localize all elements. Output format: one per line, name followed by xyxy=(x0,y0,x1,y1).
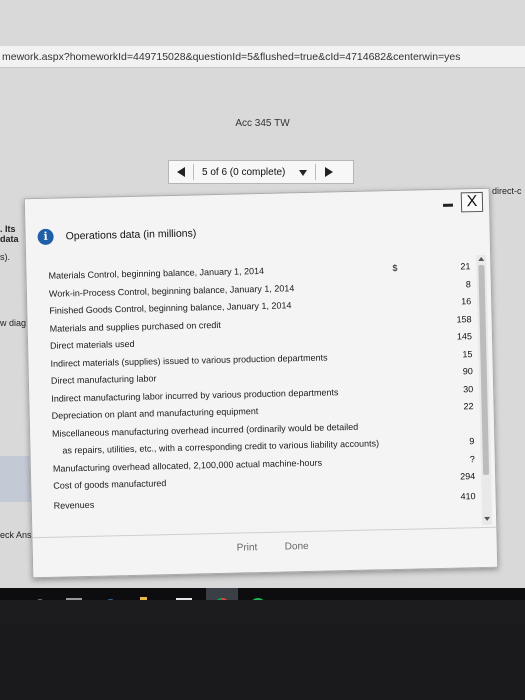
edge-browser-icon[interactable]: e xyxy=(104,593,120,600)
spotify-icon[interactable] xyxy=(250,598,266,600)
address-bar[interactable]: mework.aspx?homeworkId=449715028&questio… xyxy=(0,46,525,68)
bg-text-data: data xyxy=(0,234,19,244)
bg-text-s: s). xyxy=(0,252,10,262)
taskbar: e xyxy=(0,588,525,600)
monitor-bezel xyxy=(0,624,525,700)
question-navigator: 5 of 6 (0 complete) xyxy=(168,160,354,184)
row-value: 9 xyxy=(469,436,475,447)
row-value: 410 xyxy=(460,490,476,501)
row-label: Finished Goods Control, beginning balanc… xyxy=(49,300,292,316)
question-progress[interactable]: 5 of 6 (0 complete) xyxy=(202,167,285,178)
close-button[interactable]: X xyxy=(460,191,484,213)
scroll-down-icon[interactable] xyxy=(484,516,491,521)
scroll-up-icon[interactable] xyxy=(478,256,485,262)
row-value: 158 xyxy=(456,313,472,325)
operations-data-table: Materials Control, beginning balance, Ja… xyxy=(36,259,480,531)
caret-down-icon[interactable] xyxy=(299,170,307,176)
task-view-icon[interactable] xyxy=(66,598,82,600)
popup-title: Operations data (in millions) xyxy=(65,227,197,243)
row-label: Materials and supplies purchased on cred… xyxy=(49,319,221,334)
row-label: Cost of goods manufactured xyxy=(53,478,167,491)
bg-text-its: . Its xyxy=(0,224,16,234)
row-label: Miscellaneous manufacturing overhead inc… xyxy=(51,421,359,439)
row-value: 21 xyxy=(460,261,471,272)
previous-question-icon[interactable] xyxy=(177,167,185,177)
row-value: ? xyxy=(469,453,475,464)
bg-text-w-diag: w diag xyxy=(0,318,27,328)
row-value: 22 xyxy=(463,401,474,412)
operations-data-popup: X i Operations data (in millions) Materi… xyxy=(23,187,499,579)
scroll-thumb[interactable] xyxy=(478,264,490,475)
row-value: 294 xyxy=(460,471,476,482)
next-question-icon[interactable] xyxy=(325,167,333,177)
row-label: Revenues xyxy=(53,499,95,511)
row-label: Direct manufacturing labor xyxy=(50,373,157,386)
done-button[interactable]: Done xyxy=(285,541,309,553)
minimize-icon[interactable] xyxy=(442,203,454,207)
divider xyxy=(315,164,316,180)
course-title: Acc 345 TW xyxy=(235,118,290,129)
row-value: 16 xyxy=(461,296,472,307)
row-value: 8 xyxy=(465,278,471,289)
microphone-icon[interactable] xyxy=(36,599,44,600)
row-label: Materials Control, beginning balance, Ja… xyxy=(48,265,265,281)
row-label: Manufacturing overhead allocated, 2,100,… xyxy=(52,457,323,474)
row-value: 15 xyxy=(462,348,473,359)
row-value: 30 xyxy=(463,383,474,394)
screen: mework.aspx?homeworkId=449715028&questio… xyxy=(0,0,525,600)
info-icon: i xyxy=(37,228,54,246)
print-button[interactable]: Print xyxy=(237,542,258,553)
row-label: Indirect manufacturing labor incurred by… xyxy=(51,386,339,404)
row-value: 90 xyxy=(462,366,473,377)
row-label: Work-in-Process Control, beginning balan… xyxy=(48,282,295,299)
row-currency: $ xyxy=(392,262,398,273)
row-label: Indirect materials (supplies) issued to … xyxy=(50,351,328,369)
url-text: mework.aspx?homeworkId=449715028&questio… xyxy=(2,51,461,63)
bg-text-direct: direct-c xyxy=(492,186,522,196)
row-label: Depreciation on plant and manufacturing … xyxy=(51,406,259,421)
store-icon[interactable] xyxy=(176,598,192,600)
check-answer-button[interactable]: eck Ans xyxy=(0,530,32,540)
row-label: Direct materials used xyxy=(49,338,135,351)
divider xyxy=(193,164,194,180)
row-value: 145 xyxy=(456,331,473,342)
